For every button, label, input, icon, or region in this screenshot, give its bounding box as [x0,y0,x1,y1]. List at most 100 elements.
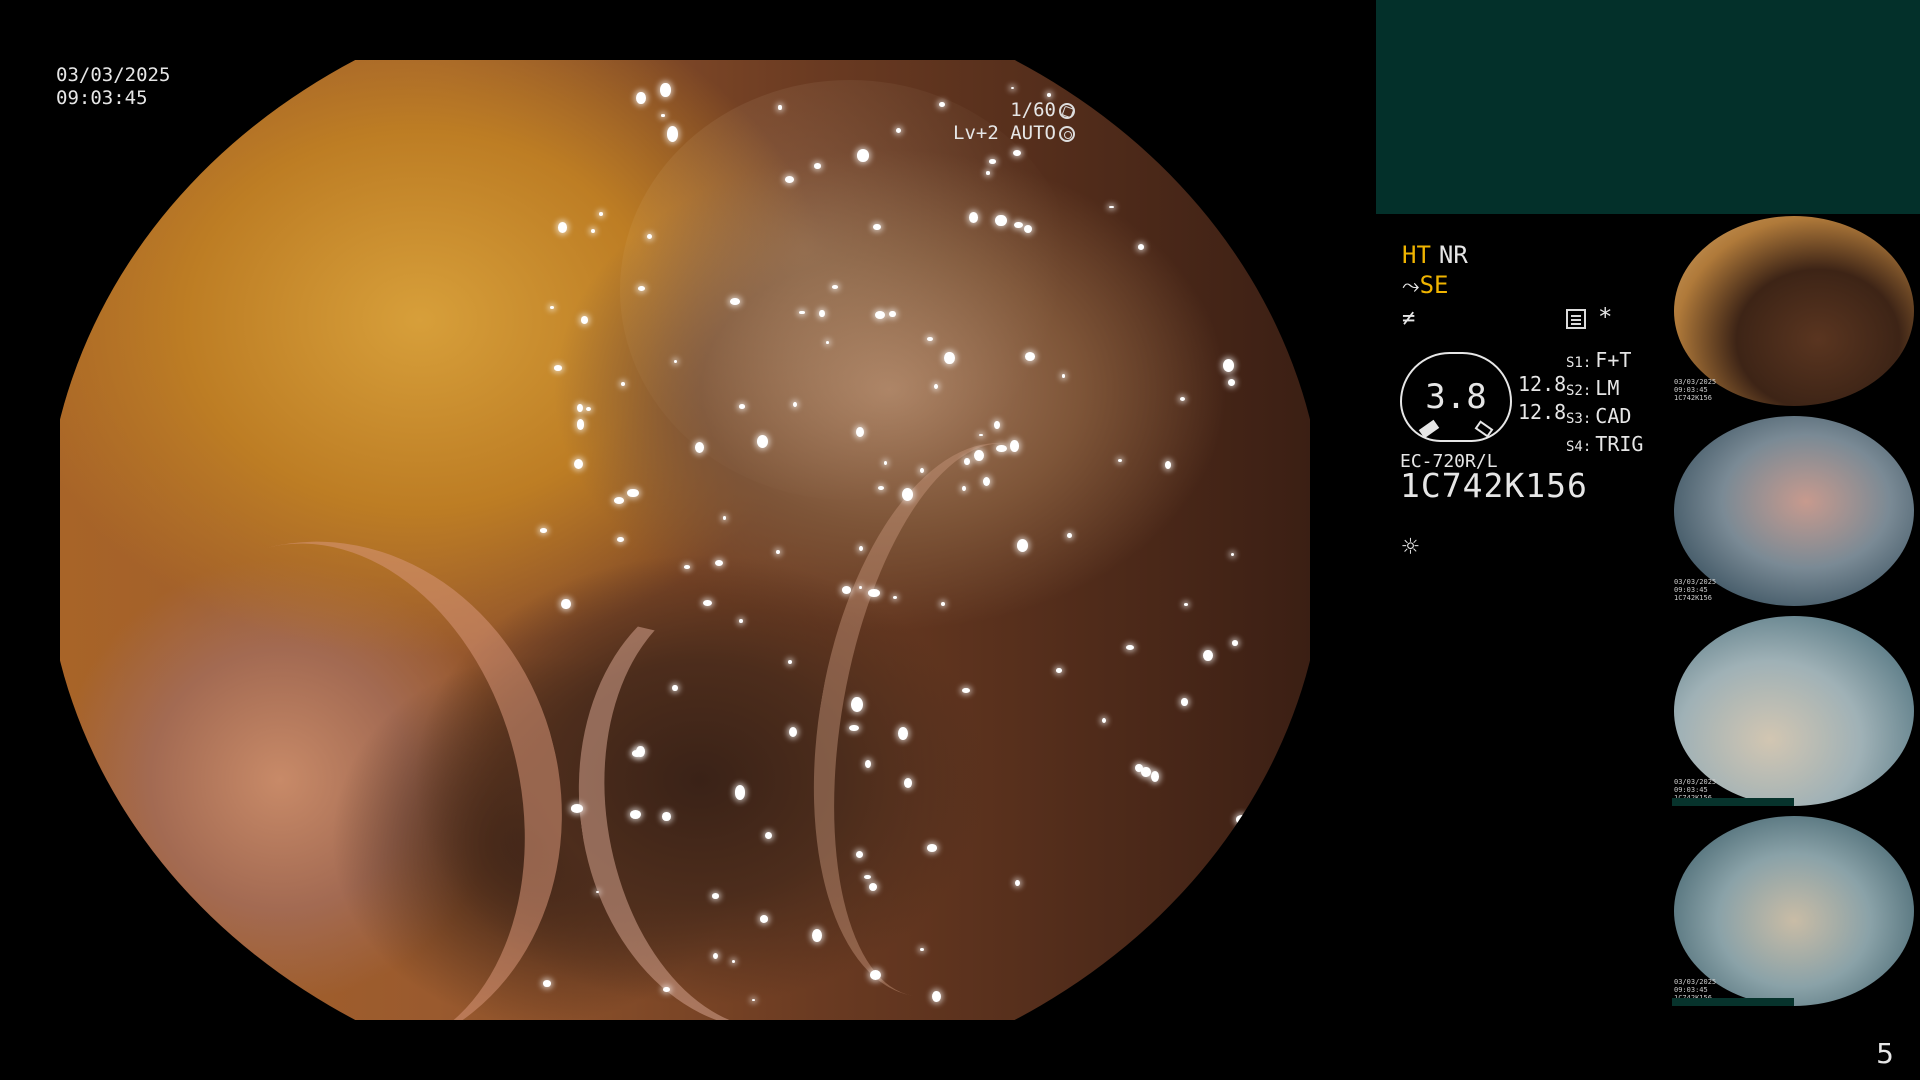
highlight-spot [855,851,863,859]
highlight-spot [831,285,839,290]
highlight-spot [694,442,705,453]
time-text: 09:03:45 [56,87,148,109]
highlight-spot [940,601,945,606]
highlight-spot [1117,459,1122,463]
highlight-spot [863,874,871,880]
highlight-spot [870,969,882,980]
highlight-spot [1183,602,1188,606]
thumbnail-strip: 03/03/2025 09:03:45 1C742K156 03/03/2025 09… [1672,216,1920,1016]
gauge-side-top: 12.8 [1518,372,1567,396]
gauge-marker-left [1418,419,1440,439]
highlight-spot [590,228,595,233]
highlight-spot [757,435,769,449]
highlight-spot [982,476,991,487]
highlight-spot [986,171,990,175]
highlight-spot [926,336,933,342]
menu-icon [1566,309,1586,329]
highlight-spot [637,285,645,291]
highlight-spot [1179,396,1185,402]
highlight-spot [660,82,671,98]
page-number: 5 [1876,1037,1894,1070]
highlight-spot [865,759,872,768]
highlight-spot [793,402,797,408]
highlight-spot [1232,640,1239,646]
thumbnail[interactable]: 03/03/202509:03:451C742K156 [1672,816,1920,1006]
setting-row: S2: LM [1566,376,1620,400]
highlight-spot [711,893,720,900]
setting-row: S1: F+T [1566,348,1632,372]
highlight-spot [1047,93,1052,98]
highlight-spot [932,990,942,1002]
highlight-spot [598,212,604,217]
highlight-spot [674,359,678,364]
highlight-spot [868,589,880,597]
highlight-spot [1009,440,1020,453]
highlight-spot [614,497,625,504]
nr-indicator: NR [1438,241,1468,269]
highlight-spot [557,222,567,233]
highlight-spot [901,488,913,502]
highlight-spot [662,986,670,993]
enhance-icon: ⤳ [1402,274,1420,299]
highlight-spot [903,777,912,788]
highlight-spot [1101,717,1107,724]
highlight-spot [926,844,938,852]
highlight-spot [964,457,970,465]
highlight-spot [826,341,830,344]
highlight-spot [933,383,939,390]
thumbnail[interactable]: 03/03/202509:03:451C742K156 [1672,416,1920,606]
preview-panel [1376,0,1920,214]
highlight-spot [974,449,984,461]
specular-highlights [60,60,1310,1020]
highlight-spot [1056,668,1062,673]
highlight-spot [661,114,666,117]
datetime-readout: 03/03/2025 09:03:45 [56,64,170,110]
highlight-spot [617,536,624,542]
thumbnail-label: 03/03/202509:03:451C742K156 [1674,378,1717,402]
highlight-spot [672,684,678,692]
highlight-spot [776,549,780,554]
highlight-spot [961,485,966,492]
highlight-spot [968,211,978,223]
highlight-spot [577,419,585,430]
endoscope-view [60,60,1310,1020]
highlight-spot [962,688,970,694]
thumbnail-bar [1672,798,1794,806]
highlight-spot [1181,698,1188,706]
highlight-spot [738,618,744,624]
asterisk-indicator: * [1598,303,1613,331]
shutter-text: 1/60 [1010,99,1056,121]
highlight-spot [1137,244,1144,250]
highlight-spot [848,724,859,732]
highlight-spot [1013,150,1021,157]
level-text: Lv+2 AUTO [953,122,1056,144]
zoom-gauge: 3.8 [1400,352,1512,442]
highlight-spot [995,214,1007,227]
highlight-spot [730,297,740,305]
thumbnail-label: 03/03/202509:03:451C742K156 [1674,578,1717,602]
highlight-spot [856,149,869,162]
highlight-spot [898,726,909,740]
highlight-spot [553,365,563,371]
highlight-spot [851,696,864,713]
highlight-spot [576,403,583,413]
highlight-spot [788,660,793,664]
highlight-spot [920,947,925,951]
highlight-spot [874,311,885,320]
highlight-spot [636,91,646,105]
highlight-spot [595,890,600,894]
highlight-spot [1025,352,1036,362]
highlight-spot [626,488,639,498]
thumbnail[interactable]: 03/03/202509:03:451C742K156 [1672,216,1920,406]
highlight-spot [1227,378,1235,386]
highlight-spot [732,959,736,963]
highlight-spot [799,310,805,315]
highlight-spot [778,105,782,110]
thumbnail[interactable]: 03/03/202509:03:451C742K156 [1672,616,1920,806]
highlight-spot [1023,225,1032,234]
aperture-icon [1059,102,1075,119]
highlight-spot [1136,985,1147,994]
highlight-spot [877,485,885,491]
highlight-spot [1202,649,1213,662]
highlight-spot [1223,81,1230,87]
